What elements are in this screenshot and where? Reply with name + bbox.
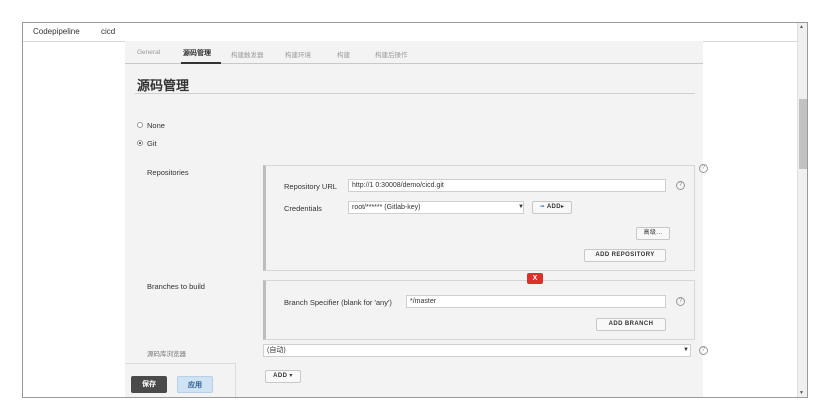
scroll-down-icon[interactable]: ▼	[799, 390, 804, 396]
chevron-down-icon: ▾	[289, 373, 293, 379]
radio-git[interactable]	[137, 140, 143, 146]
vertical-scrollbar[interactable]: ▲ ▼	[797, 23, 807, 397]
branch-specifier-label: Branch Specifier (blank for 'any')	[284, 298, 392, 307]
branch-specifier-help-icon[interactable]: ?	[676, 297, 685, 306]
top-breadcrumb-bar: Codepipeline cicd	[23, 23, 807, 42]
branch-specifier-input[interactable]: */master	[406, 295, 666, 308]
repository-url-label: Repository URL	[284, 182, 337, 191]
delete-branch-button[interactable]: X	[527, 273, 543, 284]
chevron-right-icon: ▸	[561, 204, 565, 210]
repository-config-box: Repository URL http://1 0:30008/demo/cic…	[263, 165, 695, 271]
save-button[interactable]: 保存	[131, 376, 167, 393]
chevron-down-icon: ▼	[683, 347, 689, 353]
add-dropdown-label: ADD	[273, 373, 288, 379]
add-branch-button[interactable]: ADD BRANCH	[596, 318, 666, 331]
source-browser-select-value: (自动)	[267, 347, 286, 354]
repository-url-help-icon[interactable]: ?	[676, 181, 685, 190]
repositories-label: Repositories	[147, 168, 189, 177]
tab-build[interactable]: 构建	[337, 49, 350, 59]
scroll-thumb[interactable]	[799, 99, 807, 169]
save-apply-bar: 保存 应用	[125, 363, 236, 397]
repository-url-input[interactable]: http://1 0:30008/demo/cicd.git	[348, 179, 666, 192]
credentials-select-value: root/****** (Gitlab-key)	[352, 204, 421, 211]
credentials-select[interactable]: root/****** (Gitlab-key)	[348, 201, 524, 214]
config-panel: General 源码管理 构建触发器 构建环境 构建 构建后操作 源码管理 No…	[125, 41, 708, 397]
key-icon: ⊸	[539, 204, 545, 210]
chevron-down-icon: ▼	[518, 204, 524, 210]
scroll-up-icon[interactable]: ▲	[799, 24, 804, 30]
breadcrumb-app[interactable]: Codepipeline	[33, 27, 80, 36]
browser-viewport: Codepipeline cicd General 源码管理 构建触发器 构建环…	[22, 22, 808, 398]
branch-config-box: Branch Specifier (blank for 'any') */mas…	[263, 280, 695, 340]
radio-git-label: Git	[147, 139, 157, 148]
tab-general[interactable]: General	[137, 49, 160, 56]
radio-none[interactable]	[137, 122, 143, 128]
tab-post-build[interactable]: 构建后操作	[375, 49, 408, 59]
tab-source-code[interactable]: 源码管理	[183, 48, 211, 58]
section-title: 源码管理	[137, 78, 190, 93]
source-browser-label: 源码库浏览器	[147, 351, 186, 358]
add-repository-button[interactable]: ADD REPOSITORY	[584, 249, 666, 262]
active-tab-indicator	[181, 62, 221, 64]
source-browser-select[interactable]: (自动)	[263, 344, 691, 357]
apply-button[interactable]: 应用	[177, 376, 213, 393]
credentials-label: Credentials	[284, 204, 322, 213]
breadcrumb-job[interactable]: cicd	[101, 27, 115, 36]
tab-build-environment[interactable]: 构建环境	[285, 49, 311, 59]
section-divider	[135, 93, 695, 94]
add-dropdown-button[interactable]: ADD ▾	[265, 370, 301, 383]
branches-to-build-label: Branches to build	[147, 282, 205, 291]
source-browser-help-icon[interactable]: ?	[699, 346, 708, 355]
repositories-help-icon[interactable]: ?	[699, 164, 708, 173]
radio-none-label: None	[147, 121, 165, 130]
add-credentials-label: ADD	[546, 204, 562, 210]
tab-build-triggers[interactable]: 构建触发器	[231, 49, 264, 59]
add-credentials-button[interactable]: ⊸ ADD▸	[532, 201, 572, 214]
advanced-button[interactable]: 高级...	[636, 227, 670, 240]
config-tabbar: General 源码管理 构建触发器 构建环境 构建 构建后操作	[125, 41, 703, 64]
